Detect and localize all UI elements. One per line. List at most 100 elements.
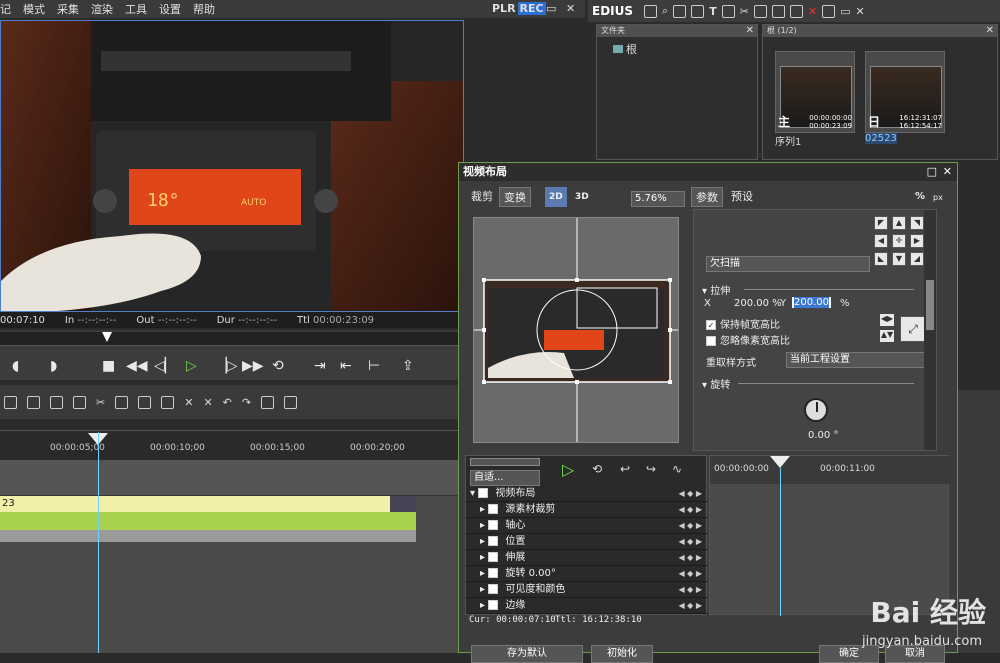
keyframe-mode-select[interactable]: 自适...	[470, 470, 540, 486]
arrow-up-left-icon[interactable]: ◤	[874, 216, 888, 230]
cut-icon[interactable]: ✂	[96, 396, 105, 409]
menu-item-render[interactable]: 渲染	[91, 1, 113, 17]
rotate-section[interactable]: ▾ 旋转	[702, 376, 730, 391]
arrow-down-right-icon[interactable]: ◢	[910, 252, 924, 266]
save-icon[interactable]	[73, 395, 86, 409]
maximize-icon[interactable]: □	[927, 163, 937, 181]
keyframe-cursor-icon[interactable]	[770, 456, 790, 468]
stretch-section[interactable]: ▾ 拉伸	[702, 282, 730, 297]
reset-button[interactable]: 初始化	[591, 645, 653, 663]
undo-icon[interactable]: ↶	[223, 396, 232, 409]
tab-presets[interactable]: 预设	[727, 187, 757, 207]
arrow-down-icon[interactable]: ▼	[892, 252, 906, 266]
up-folder-icon[interactable]	[673, 4, 687, 18]
tab-parameters[interactable]: 参数	[691, 187, 723, 207]
clip-name[interactable]: 序列1	[775, 133, 801, 148]
properties-icon[interactable]	[789, 4, 803, 18]
graph-icon[interactable]: ∿	[672, 462, 682, 476]
scrub-bar[interactable]	[0, 332, 464, 346]
keyframe-nav-icon[interactable]: ◀ ◆ ▶	[678, 550, 702, 566]
match-frame-icon[interactable]: ⊢	[368, 358, 380, 374]
copy-icon[interactable]	[753, 4, 767, 18]
minimize-icon[interactable]: ▭	[546, 2, 556, 15]
keyframe-nav-icon[interactable]: ◀ ◆ ▶	[678, 502, 702, 518]
keep-aspect-checkbox[interactable]: ✓ 保持帧宽高比	[706, 316, 780, 331]
rotate-dial[interactable]	[804, 398, 828, 422]
unit-px-button[interactable]: px	[933, 193, 943, 202]
prev-keyframe-icon[interactable]: ↩	[620, 462, 630, 476]
ripple-delete-icon[interactable]: ✕	[203, 396, 212, 409]
paste-icon[interactable]	[771, 4, 785, 18]
menu-item-help[interactable]: 帮助	[193, 1, 215, 17]
redo-icon[interactable]: ↷	[242, 396, 251, 409]
rotate-value[interactable]: 0.00 °	[808, 430, 838, 441]
marker-icon[interactable]	[261, 395, 275, 409]
swap-vertical-icon[interactable]: ▲▼	[880, 330, 894, 342]
close-icon[interactable]: ✕	[566, 2, 575, 15]
clip-name[interactable]: 02523	[865, 133, 897, 144]
menu-item-record[interactable]: 记	[0, 1, 11, 17]
loop-icon[interactable]: ⟲	[592, 462, 602, 476]
next-keyframe-icon[interactable]: ↪	[646, 462, 656, 476]
keyframe-nav-icon[interactable]: ◀ ◆ ▶	[678, 518, 702, 534]
unit-percent-button[interactable]: %	[915, 191, 925, 202]
step-back-icon[interactable]: ◁▏	[154, 358, 176, 374]
video-clip[interactable]: 23	[0, 496, 416, 512]
list-item[interactable]: ▸ 轴心 ◀ ◆ ▶	[466, 518, 708, 534]
arrow-right-icon[interactable]: ▶	[910, 234, 924, 248]
keyframe-nav-icon[interactable]: ◀ ◆ ▶	[678, 486, 702, 502]
copy-icon[interactable]	[115, 395, 129, 409]
mode-3d-button[interactable]: 3D	[571, 187, 593, 207]
view-icon[interactable]	[822, 4, 836, 18]
loop-icon[interactable]: ⟲	[272, 358, 284, 374]
audio-clip[interactable]	[0, 512, 416, 530]
set-in-icon[interactable]: ◖	[12, 358, 19, 374]
cut-icon[interactable]: ✂	[740, 5, 749, 18]
export-icon[interactable]: ⇪	[402, 358, 414, 374]
player-mode-indicator[interactable]: PLR REC	[492, 2, 546, 15]
list-item[interactable]: ▸ 源素材裁剪 ◀ ◆ ▶	[466, 502, 708, 518]
color-bar-icon[interactable]	[721, 4, 735, 18]
menu-item-capture[interactable]: 采集	[57, 1, 79, 17]
open-icon[interactable]	[50, 395, 63, 409]
snap-icon[interactable]	[284, 395, 298, 409]
camera-icon[interactable]	[4, 395, 17, 409]
list-item[interactable]: ▾ 视频布局 ◀ ◆ ▶	[466, 486, 708, 502]
delete-icon[interactable]: ✕	[808, 5, 817, 18]
paste-icon[interactable]	[138, 395, 152, 409]
step-forward-icon[interactable]: ▕▷	[216, 358, 238, 374]
close-icon[interactable]: ✕	[746, 25, 754, 37]
zoom-select[interactable]: 5.76%	[631, 191, 685, 207]
arrow-down-left-icon[interactable]: ◣	[874, 252, 888, 266]
swap-icon[interactable]: ◀▶	[880, 314, 894, 326]
close-icon[interactable]: ✕	[986, 25, 994, 37]
resample-select[interactable]: 当前工程设置	[786, 352, 930, 368]
menu-item-mode[interactable]: 模式	[23, 1, 45, 17]
delete-icon[interactable]: ✕	[184, 396, 193, 409]
folder-root[interactable]: 根	[597, 37, 757, 61]
timeline-ruler[interactable]: 00:00:05;00 00:00:10;00 00:00:15;00 00:0…	[0, 430, 464, 460]
rewind-icon[interactable]: ◀◀	[126, 358, 148, 374]
new-icon[interactable]	[27, 395, 40, 409]
minimize-icon[interactable]: ▭	[840, 5, 850, 18]
rec-label[interactable]: REC	[517, 2, 546, 15]
fit-frame-icon[interactable]: ⤢	[900, 316, 926, 342]
mode-2d-button[interactable]: 2D	[545, 187, 567, 207]
parameters-scrollbar[interactable]	[924, 210, 936, 450]
menu-item-tools[interactable]: 工具	[125, 1, 147, 17]
layout-preview[interactable]	[473, 217, 679, 443]
bin-clip[interactable]: 00:00:00:00 00:00:23:09 主	[775, 51, 855, 133]
add-clip-icon[interactable]	[691, 4, 705, 18]
stretch-x-value[interactable]: 200.00 %	[734, 298, 782, 309]
bin-clip[interactable]: 16:12:31:07 16:12:54:17 日	[865, 51, 945, 133]
folder-icon[interactable]	[644, 4, 658, 18]
close-icon[interactable]: ✕	[856, 5, 865, 18]
plr-label[interactable]: PLR	[492, 2, 516, 15]
ignore-pixel-checkbox[interactable]: 忽略像素宽高比	[706, 332, 790, 347]
list-item[interactable]: ▸ 位置 ◀ ◆ ▶	[466, 534, 708, 550]
search-icon[interactable]: ⌕	[662, 4, 668, 18]
arrow-left-icon[interactable]: ◀	[874, 234, 888, 248]
arrow-up-right-icon[interactable]: ◥	[910, 216, 924, 230]
playhead-icon[interactable]	[102, 332, 112, 342]
arrow-center-icon[interactable]: ✛	[892, 234, 906, 248]
